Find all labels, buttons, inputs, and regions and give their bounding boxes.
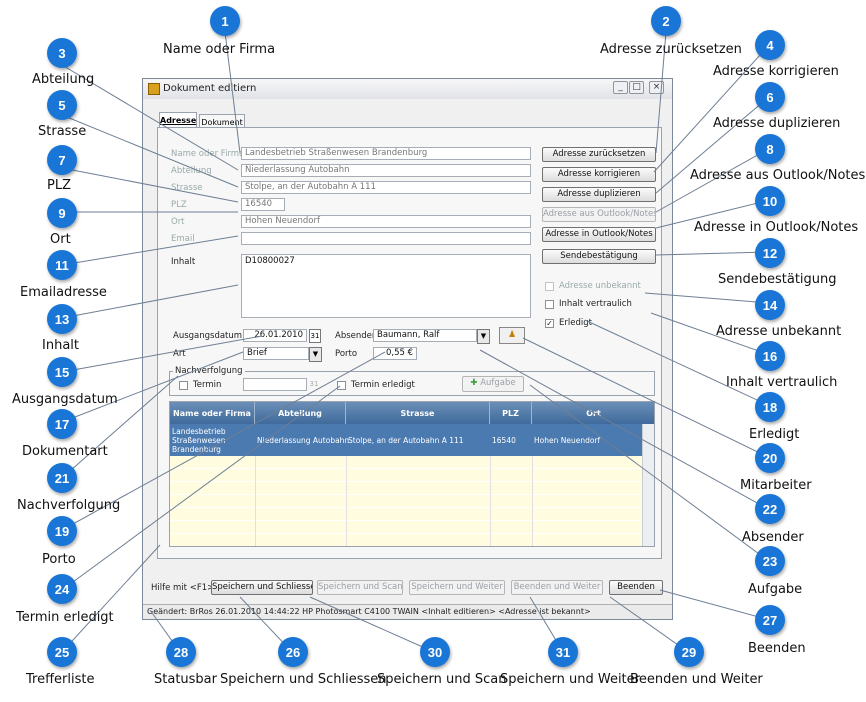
callout-6: 6	[755, 82, 785, 112]
callout-8: 8	[755, 134, 785, 164]
callout-28: 28	[166, 637, 196, 667]
callout-label-4: Adresse korrigieren	[713, 64, 839, 79]
callout-label-11: Emailadresse	[20, 285, 107, 300]
callout-label-26: Speichern und Schliessen	[220, 672, 387, 687]
callout-9: 9	[47, 198, 77, 228]
callout-11: 11	[47, 250, 77, 280]
callout-14: 14	[755, 290, 785, 320]
callout-label-16: Inhalt vertraulich	[726, 375, 838, 390]
callout-5: 5	[47, 90, 77, 120]
callout-label-17: Dokumentart	[22, 444, 108, 459]
callout-1: 1	[210, 6, 240, 36]
callout-19: 19	[47, 516, 77, 546]
callout-12: 12	[755, 238, 785, 268]
callout-label-23: Aufgabe	[748, 582, 803, 597]
callout-label-24: Termin erledigt	[16, 610, 114, 625]
callout-13: 13	[47, 304, 77, 334]
callout-leader-lines	[61, 31, 771, 653]
callout-label-30: Speichern und Scan	[377, 672, 507, 687]
callout-18: 18	[755, 392, 785, 422]
callout-27: 27	[755, 605, 785, 635]
callout-label-27: Beenden	[748, 641, 806, 656]
callout-7: 7	[47, 145, 77, 175]
callout-label-20: Mitarbeiter	[740, 478, 812, 493]
callout-22: 22	[755, 494, 785, 524]
callout-label-9: Ort	[50, 232, 71, 247]
callout-label-22: Absender	[742, 530, 804, 545]
callout-label-28: Statusbar	[154, 672, 217, 687]
callout-label-13: Inhalt	[42, 338, 79, 353]
callout-23: 23	[755, 546, 785, 576]
callout-label-8: Adresse aus Outlook/Notes	[690, 168, 866, 183]
callout-label-3: Abteilung	[32, 72, 95, 87]
callout-3: 3	[47, 38, 77, 68]
callout-label-15: Ausgangsdatum	[12, 392, 118, 407]
callout-2: 2	[651, 6, 681, 36]
callout-label-31: Speichern und Weiter	[500, 672, 640, 687]
callout-label-29: Beenden und Weiter	[630, 672, 763, 687]
callout-10: 10	[755, 186, 785, 216]
callout-15: 15	[47, 357, 77, 387]
callout-label-2: Adresse zurücksetzen	[600, 42, 742, 57]
callout-29: 29	[674, 637, 704, 667]
callout-label-10: Adresse in Outlook/Notes	[694, 220, 859, 235]
callout-25: 25	[47, 637, 77, 667]
callout-label-18: Erledigt	[749, 427, 800, 442]
callout-label-1: Name oder Firma	[163, 42, 276, 57]
callout-30: 30	[420, 637, 450, 667]
callout-label-21: Nachverfolgung	[17, 498, 121, 513]
callout-31: 31	[548, 637, 578, 667]
callout-label-25: Trefferliste	[26, 672, 95, 687]
callout-17: 17	[47, 409, 77, 439]
callout-20: 20	[755, 443, 785, 473]
callout-4: 4	[755, 30, 785, 60]
callout-label-5: Strasse	[38, 124, 87, 139]
callout-26: 26	[278, 637, 308, 667]
callout-label-19: Porto	[42, 552, 76, 567]
callout-label-7: PLZ	[47, 178, 71, 193]
callout-21: 21	[47, 463, 77, 493]
callout-label-14: Adresse unbekannt	[716, 324, 842, 339]
callout-label-6: Adresse duplizieren	[713, 116, 841, 131]
callout-16: 16	[755, 341, 785, 371]
callout-24: 24	[47, 574, 77, 604]
callout-label-12: Sendebestätigung	[718, 272, 837, 287]
